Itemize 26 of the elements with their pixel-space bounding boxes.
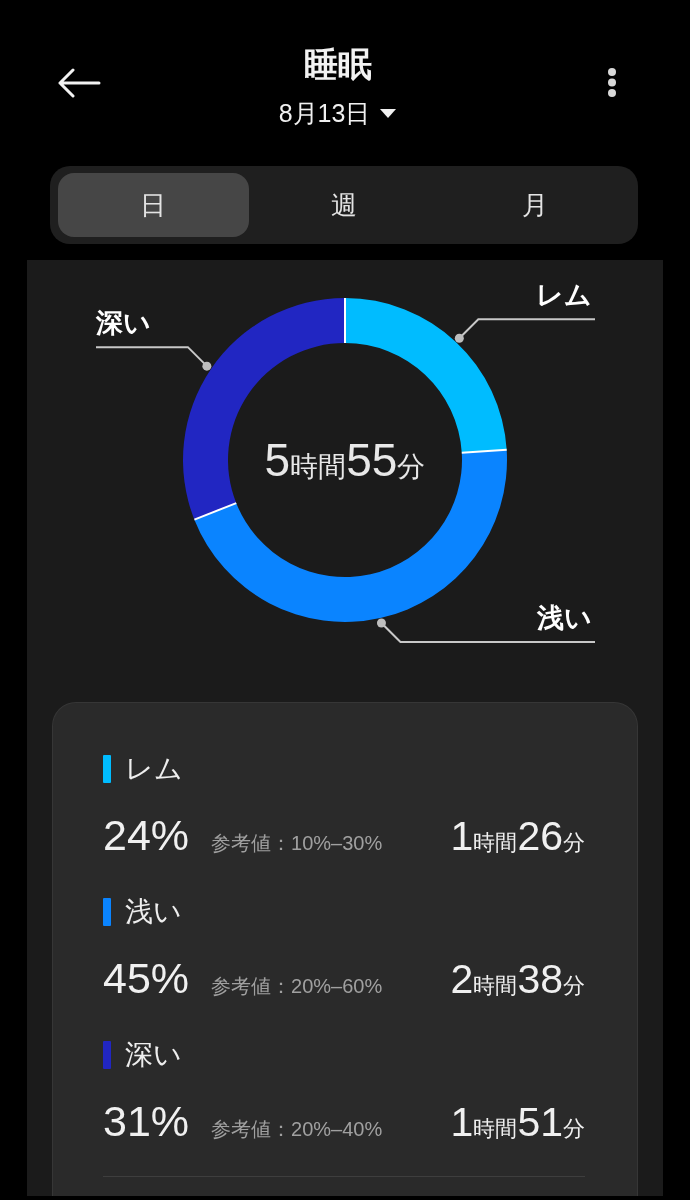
stage-percent: 45%	[103, 954, 190, 1002]
back-button[interactable]	[57, 68, 101, 98]
stage-name: 浅い	[125, 895, 182, 929]
date-dropdown[interactable]: 8月13日	[278, 98, 397, 128]
reference-range: 参考値：20%–60%	[211, 974, 383, 999]
period-tab[interactable]: 日	[58, 173, 249, 237]
stage-name: レム	[125, 752, 183, 786]
stage-duration: 2時間38分	[450, 956, 585, 1003]
more-options-button[interactable]	[606, 67, 618, 98]
period-tab[interactable]: 月	[439, 173, 630, 237]
stage-duration: 1時間26分	[450, 813, 585, 860]
more-options-icon	[606, 67, 618, 98]
slice-label: 浅い	[537, 603, 592, 633]
slice-label: レム	[536, 280, 592, 311]
total-sleep-time: 5時間55分	[264, 434, 426, 486]
reference-range: 参考値：20%–40%	[211, 1117, 383, 1142]
slice-label: 深い	[96, 308, 151, 339]
reference-range: 参考値：10%–30%	[211, 831, 383, 856]
stage-duration: 1時間51分	[450, 1099, 585, 1146]
stage-percent: 31%	[103, 1097, 190, 1145]
period-tab[interactable]: 週	[248, 173, 440, 237]
stage-percent: 24%	[103, 811, 190, 859]
caret-icon	[380, 108, 397, 118]
back-arrow-icon	[57, 68, 101, 98]
stage-name: 深い	[125, 1038, 182, 1072]
page-title: 睡眠	[303, 44, 372, 84]
